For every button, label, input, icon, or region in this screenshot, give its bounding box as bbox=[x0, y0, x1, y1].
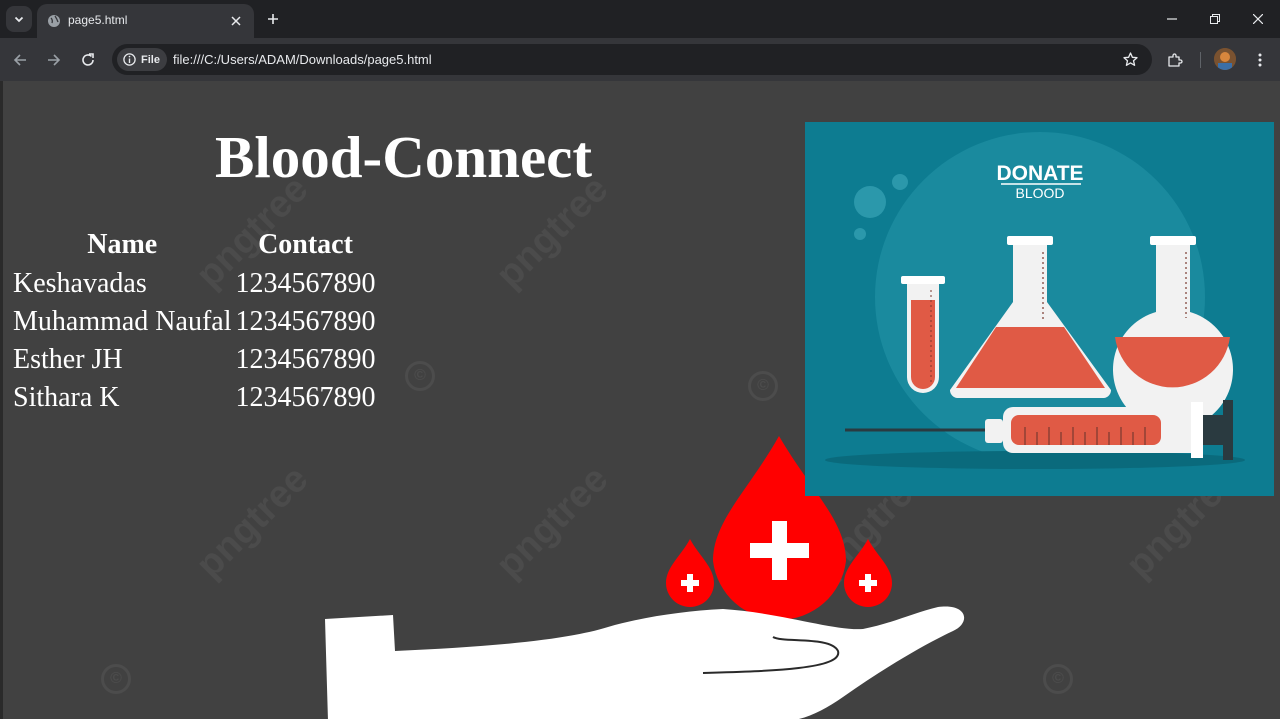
table-row: Sithara K 1234567890 bbox=[11, 379, 378, 417]
watermark-copyright-icon: © bbox=[101, 664, 131, 694]
star-icon bbox=[1122, 51, 1138, 66]
info-icon bbox=[123, 53, 136, 66]
file-chip-label: File bbox=[141, 53, 160, 66]
browser-toolbar: File file:///C:/Users/ADAM/Downloads/pag… bbox=[0, 38, 1280, 81]
tab-strip: page5.html bbox=[0, 0, 1280, 38]
plus-icon bbox=[268, 14, 278, 24]
forward-button[interactable] bbox=[41, 47, 67, 73]
close-window-button[interactable] bbox=[1236, 4, 1280, 34]
watermark-copyright-icon: © bbox=[405, 361, 435, 391]
globe-icon bbox=[48, 15, 60, 27]
watermark-text: pngtree bbox=[188, 458, 317, 587]
reload-button[interactable] bbox=[75, 47, 101, 73]
poster-heading: DONATE bbox=[996, 162, 1083, 185]
donor-contact: 1234567890 bbox=[235, 382, 376, 413]
donor-contact: 1234567890 bbox=[235, 306, 376, 337]
table-row: Keshavadas 1234567890 bbox=[11, 265, 378, 303]
small-blood-drop-icon bbox=[844, 539, 892, 607]
back-button[interactable] bbox=[7, 47, 33, 73]
donor-name: Esther JH bbox=[13, 344, 123, 375]
small-blood-drop-icon bbox=[666, 539, 714, 607]
table-row: Muhammad Naufal 1234567890 bbox=[11, 303, 378, 341]
url-text[interactable]: file:///C:/Users/ADAM/Downloads/page5.ht… bbox=[173, 52, 432, 67]
donor-contact: 1234567890 bbox=[235, 344, 376, 375]
toolbar-divider bbox=[1200, 52, 1201, 68]
puzzle-icon bbox=[1168, 53, 1183, 67]
menu-button[interactable] bbox=[1247, 47, 1273, 73]
test-tube-icon bbox=[901, 276, 945, 393]
donor-contact: 1234567890 bbox=[235, 268, 376, 299]
hand-icon bbox=[325, 606, 965, 719]
avatar-icon bbox=[1214, 48, 1236, 70]
minimize-button[interactable] bbox=[1150, 4, 1194, 34]
close-tab-button[interactable] bbox=[226, 11, 246, 31]
extensions-button[interactable] bbox=[1162, 47, 1188, 73]
new-tab-button[interactable] bbox=[262, 8, 284, 30]
address-bar[interactable]: File file:///C:/Users/ADAM/Downloads/pag… bbox=[112, 44, 1152, 75]
table-header-row: Name Contact bbox=[11, 227, 378, 265]
profile-avatar[interactable] bbox=[1214, 48, 1236, 70]
table-row: Esther JH 1234567890 bbox=[11, 341, 378, 379]
donor-name: Muhammad Naufal bbox=[13, 306, 232, 337]
site-info-chip[interactable]: File bbox=[117, 48, 167, 71]
donor-name: Keshavadas bbox=[13, 268, 147, 299]
restore-button[interactable] bbox=[1193, 4, 1237, 34]
restore-icon bbox=[1210, 14, 1220, 24]
column-header-contact: Contact bbox=[258, 229, 353, 260]
reload-icon bbox=[82, 53, 94, 66]
minimize-icon bbox=[1167, 18, 1177, 20]
page-viewport: pngtree pngtree pngtree pngtree pngtree … bbox=[0, 81, 1280, 719]
arrow-right-icon bbox=[48, 54, 61, 66]
donate-blood-poster-image: DONATE BLOOD bbox=[805, 122, 1274, 496]
chevron-down-icon bbox=[14, 16, 24, 23]
poster-subheading: BLOOD bbox=[1015, 185, 1064, 201]
donor-table: Name Contact Keshavadas 1234567890 Muham… bbox=[11, 227, 378, 417]
tab-search-button[interactable] bbox=[6, 6, 32, 32]
close-icon bbox=[231, 16, 241, 26]
arrow-left-icon bbox=[13, 54, 26, 66]
column-header-name: Name bbox=[87, 229, 158, 260]
browser-tab[interactable]: page5.html bbox=[37, 4, 254, 38]
close-icon bbox=[1253, 14, 1263, 24]
watermark-copyright-icon: © bbox=[1043, 664, 1073, 694]
donor-name: Sithara K bbox=[13, 382, 120, 413]
tab-title: page5.html bbox=[68, 13, 128, 27]
page-title: Blood-Connect bbox=[215, 124, 592, 190]
more-vert-icon bbox=[1258, 53, 1262, 67]
bookmark-button[interactable] bbox=[1120, 49, 1140, 69]
watermark-copyright-icon: © bbox=[748, 371, 778, 401]
